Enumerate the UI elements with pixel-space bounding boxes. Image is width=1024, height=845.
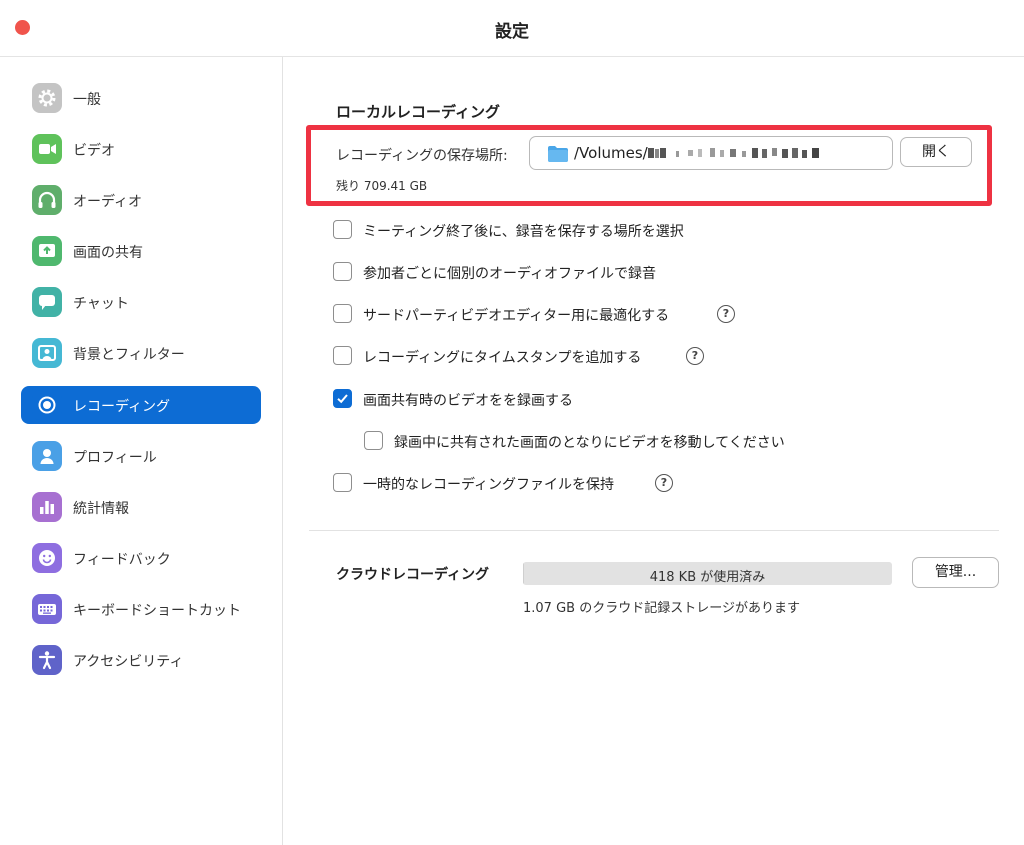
window-title: 設定 — [495, 22, 529, 42]
keyboard-icon — [32, 594, 62, 624]
record-icon — [32, 390, 62, 420]
checkbox[interactable] — [333, 304, 352, 323]
option-label: ミーティング終了後に、録音を保存する場所を選択 — [363, 224, 684, 240]
sidebar-item-label: フィードバック — [73, 552, 171, 568]
checkbox-checked[interactable] — [333, 389, 352, 408]
sidebar-item-video[interactable]: ビデオ — [21, 130, 261, 168]
sidebar-item-background-filters[interactable]: 背景とフィルター — [21, 334, 261, 372]
sidebar-item-accessibility[interactable]: アクセシビリティ — [21, 641, 261, 679]
video-camera-icon — [32, 134, 62, 164]
cloud-usage-bar: 418 KB が使用済み — [523, 562, 892, 585]
sidebar-item-chat[interactable]: チャット — [21, 283, 261, 321]
sidebar-item-label: レコーディング — [73, 399, 171, 415]
save-location-path: /Volumes/ — [574, 144, 648, 162]
help-icon[interactable]: ? — [655, 474, 673, 492]
checkbox[interactable] — [333, 473, 352, 492]
smiley-icon — [32, 543, 62, 573]
sidebar-item-keyboard-shortcuts[interactable]: キーボードショートカット — [21, 590, 261, 628]
background-person-icon — [32, 338, 62, 368]
sidebar-item-label: オーディオ — [73, 194, 143, 210]
checkbox[interactable] — [333, 346, 352, 365]
headphones-icon — [32, 185, 62, 215]
manage-button[interactable]: 管理... — [912, 557, 999, 588]
option-move-video-next-to-shared-screen[interactable]: 録画中に共有された画面のとなりにビデオを移動してください — [364, 430, 834, 452]
cloud-storage-text: 1.07 GB のクラウド記録ストレージがあります — [523, 601, 800, 616]
option-label: 参加者ごとに個別のオーディオファイルで録音 — [363, 266, 657, 282]
cloud-recording-title: クラウドレコーディング — [336, 567, 490, 583]
title-bar: 設定 — [0, 0, 1024, 57]
save-location-label: レコーディングの保存場所: — [336, 148, 508, 164]
save-location-field[interactable]: /Volumes/ — [529, 136, 893, 170]
remaining-space: 残り 709.41 GB — [336, 179, 428, 193]
settings-sidebar: 一般 ビデオ オーディオ 画面の共有 チャット 背景とフィルター レコーディング… — [0, 57, 283, 845]
sidebar-item-label: 一般 — [73, 92, 101, 108]
option-record-video-during-share[interactable]: 画面共有時のビデオをを録画する — [333, 388, 753, 410]
sidebar-item-feedback[interactable]: フィードバック — [21, 539, 261, 577]
section-divider — [309, 530, 999, 531]
cloud-usage-text: 418 KB が使用済み — [649, 570, 766, 585]
sidebar-item-general[interactable]: 一般 — [21, 79, 261, 117]
checkmark-icon — [337, 394, 348, 404]
sidebar-item-label: アクセシビリティ — [73, 654, 184, 670]
sidebar-item-label: 統計情報 — [73, 501, 129, 517]
accessibility-icon — [32, 645, 62, 675]
sidebar-item-recording[interactable]: レコーディング — [21, 386, 261, 424]
blurred-path-text — [648, 148, 819, 158]
folder-icon — [548, 146, 568, 162]
local-recording-title: ローカルレコーディング — [336, 103, 500, 121]
checkbox[interactable] — [333, 220, 352, 239]
share-screen-icon — [32, 236, 62, 266]
sidebar-item-label: 背景とフィルター — [73, 347, 185, 363]
sidebar-item-share-screen[interactable]: 画面の共有 — [21, 232, 261, 270]
sidebar-item-label: チャット — [73, 296, 129, 312]
sidebar-item-label: キーボードショートカット — [73, 603, 241, 619]
sidebar-item-label: 画面の共有 — [73, 245, 143, 261]
option-label: 録画中に共有された画面のとなりにビデオを移動してください — [394, 435, 785, 451]
option-choose-location-after-meeting[interactable]: ミーティング終了後に、録音を保存する場所を選択 — [333, 219, 753, 241]
gear-icon — [32, 83, 62, 113]
sidebar-item-label: プロフィール — [73, 450, 157, 466]
help-icon[interactable]: ? — [686, 347, 704, 365]
option-label: 画面共有時のビデオをを録画する — [363, 393, 573, 409]
option-label: レコーディングにタイムスタンプを追加する — [363, 350, 642, 366]
chat-bubble-icon — [32, 287, 62, 317]
option-keep-temp-recording-files[interactable]: 一時的なレコーディングファイルを保持 ? — [333, 472, 753, 494]
profile-icon — [32, 441, 62, 471]
sidebar-item-label: ビデオ — [73, 143, 115, 159]
option-label: 一時的なレコーディングファイルを保持 — [363, 477, 615, 493]
sidebar-item-profile[interactable]: プロフィール — [21, 437, 261, 475]
sidebar-item-statistics[interactable]: 統計情報 — [21, 488, 261, 526]
option-separate-audio-per-participant[interactable]: 参加者ごとに個別のオーディオファイルで録音 — [333, 261, 753, 283]
checkbox[interactable] — [364, 431, 383, 450]
checkbox[interactable] — [333, 262, 352, 281]
open-folder-button[interactable]: 開く — [900, 137, 972, 167]
option-optimize-third-party-editor[interactable]: サードパーティビデオエディター用に最適化する ? — [333, 303, 753, 325]
sidebar-item-audio[interactable]: オーディオ — [21, 181, 261, 219]
option-add-timestamp[interactable]: レコーディングにタイムスタンプを追加する ? — [333, 345, 753, 367]
help-icon[interactable]: ? — [717, 305, 735, 323]
statistics-chart-icon — [32, 492, 62, 522]
option-label: サードパーティビデオエディター用に最適化する — [363, 308, 670, 324]
